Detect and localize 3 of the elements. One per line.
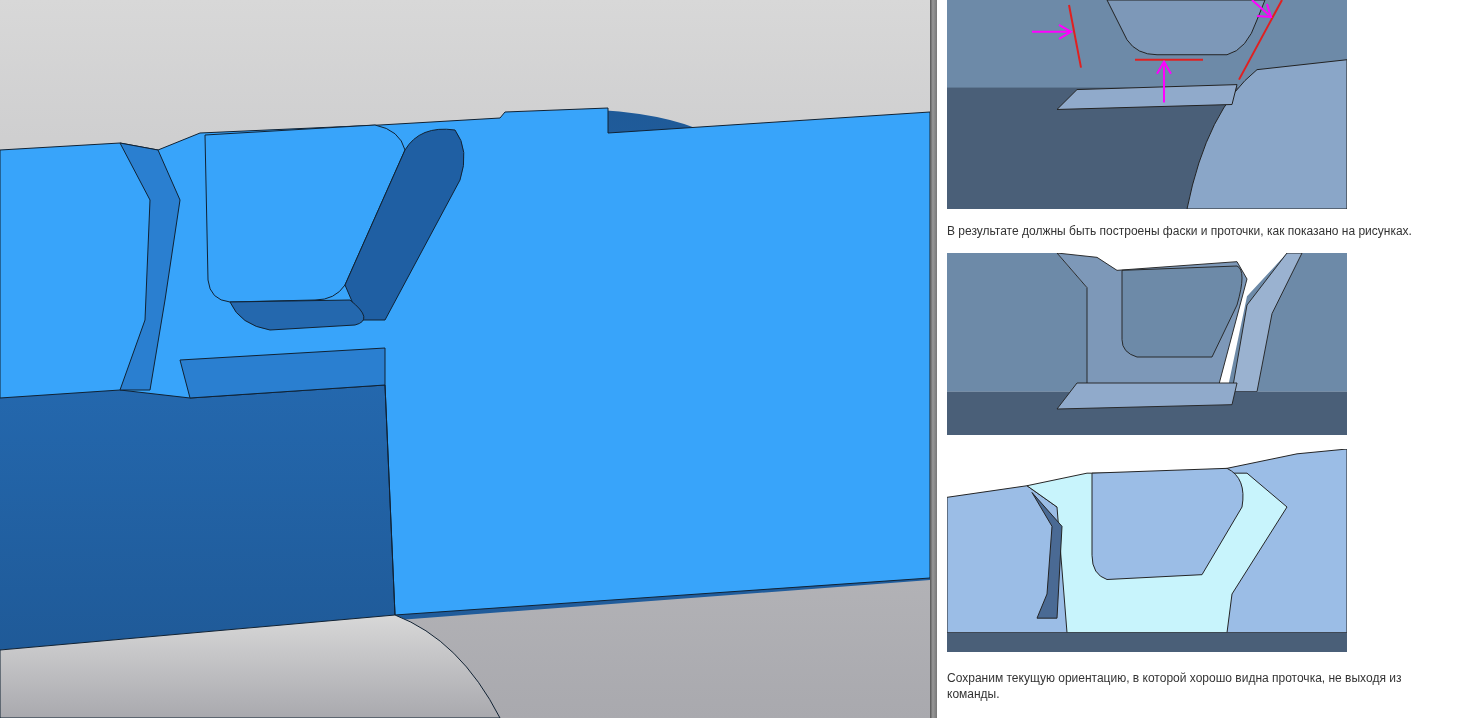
instruction-text: Сохраним текущую ориентацию, в которой хорошо видна проточка, не выходя из команды. bbox=[947, 670, 1403, 702]
model-drawing[interactable] bbox=[0, 0, 930, 718]
instruction-text: В результате должны быть построены фаски и проточки, как показано на рисунках. bbox=[947, 223, 1413, 239]
